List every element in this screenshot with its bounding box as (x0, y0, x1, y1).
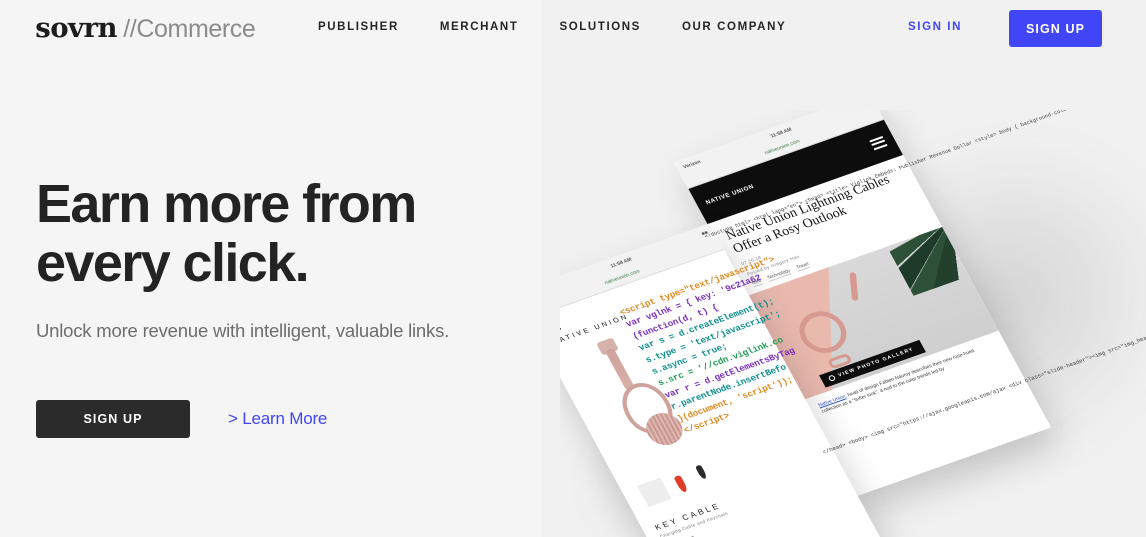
hero-device-mockup: Verizon 11:58 AM ■■ nativeunion.com NATI… (560, 110, 1146, 537)
logo-sub-wordmark: //Commerce (123, 15, 256, 43)
hero-section: Earn more from every click. Unlock more … (36, 175, 536, 438)
article-site-brand: NATIVE UNION (705, 184, 756, 207)
hamburger-icon[interactable] (868, 133, 889, 152)
primary-navigation: PUBLISHER MERCHANT SOLUTIONS OUR COMPANY (318, 21, 786, 33)
site-logo[interactable]: sovrn //Commerce (35, 13, 256, 44)
hero-subheadline: Unlock more revenue with intelligent, va… (36, 320, 450, 341)
site-header: sovrn //Commerce PUBLISHER MERCHANT SOLU… (0, 0, 1146, 57)
logo-wordmark: sovrn (35, 13, 118, 44)
article-tag[interactable]: Travel (795, 261, 811, 272)
color-swatch-red[interactable] (673, 474, 689, 494)
article-tag[interactable]: Technology (766, 267, 792, 282)
hamburger-icon[interactable] (560, 317, 562, 336)
hero-cta-group: SIGN UP > Learn More (36, 400, 536, 438)
hero-headline: Earn more from every click. (36, 174, 417, 293)
article-tag[interactable]: Nike (750, 277, 763, 288)
nav-item-solutions[interactable]: SOLUTIONS (559, 21, 641, 33)
status-battery-icon: ■■ (700, 229, 709, 237)
nav-item-our-company[interactable]: OUR COMPANY (682, 21, 786, 33)
sign-in-link[interactable]: SIGN IN (908, 21, 962, 33)
nav-item-publisher[interactable]: PUBLISHER (318, 21, 399, 33)
camera-icon (827, 374, 837, 382)
photo-cable-coil (791, 305, 855, 359)
color-swatch-black[interactable] (694, 464, 708, 480)
nav-item-merchant[interactable]: MERCHANT (440, 21, 519, 33)
hero-learn-more-link[interactable]: > Learn More (228, 409, 327, 429)
header-sign-up-button[interactable]: SIGN UP (1009, 10, 1102, 47)
photo-cable-plug (849, 272, 859, 301)
status-carrier: Verizon (681, 158, 702, 170)
hero-sign-up-button[interactable]: SIGN UP (36, 400, 190, 438)
color-swatch-white[interactable] (637, 477, 672, 507)
